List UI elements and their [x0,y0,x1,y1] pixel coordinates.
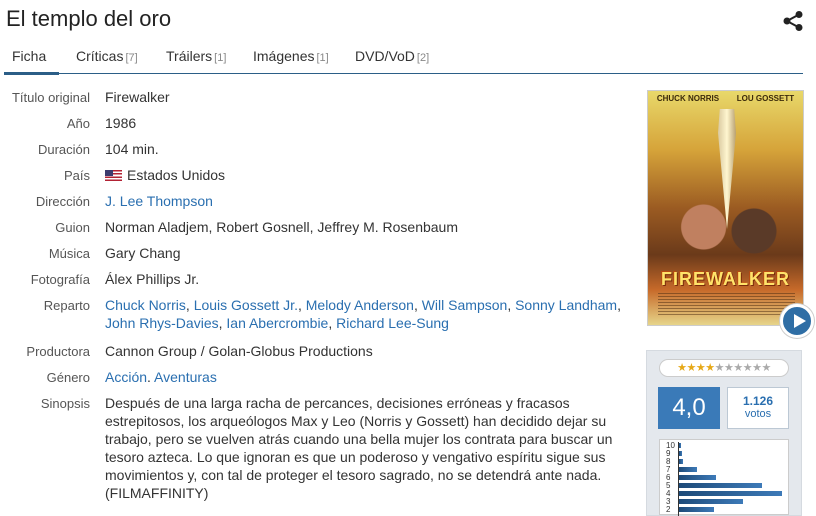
detail-value: 104 min. [105,141,159,157]
detail-label: Música [48,246,90,261]
detail-label: Sinopsis [40,396,90,411]
tab-bar: Ficha Críticas [7] Tráilers [1] Imágenes [1… [4,42,803,74]
synopsis-text: Después de una larga racha de percances,… [105,395,613,501]
detail-value: Álex Phillips Jr. [105,271,200,287]
detail-label: Guion [55,220,90,235]
genre-link[interactable]: Acción [105,369,147,385]
tab-ficha[interactable]: Ficha [12,48,46,64]
detail-label: Título original [11,90,90,105]
detail-value: 1986 [105,115,137,131]
histogram-bar [679,459,683,464]
tab-dvd-vod[interactable]: DVD/VoD [2] [355,48,429,64]
star-filled-icon: ★ [695,362,706,374]
cast-link[interactable]: John Rhys-Davies [105,315,219,331]
detail-value: Norman Aladjem, Robert Gosnell, Jeffrey … [105,219,459,235]
rating-histogram: 10 9 8 7 6 5 4 3 2 [659,439,789,516]
average-rating: 4,0 [658,387,720,429]
country-name: Estados Unidos [127,167,226,183]
histogram-bar [679,483,762,488]
tab-count: [1] [214,52,227,64]
star-rating: ★★★★★★★★★★ [659,359,789,377]
detail-label: Año [66,116,90,131]
tab-trailers[interactable]: Tráilers [1] [166,48,226,64]
cast-link[interactable]: Richard Lee-Sung [336,315,449,331]
genre-link[interactable]: Aventuras [154,369,217,385]
votes-label: votos [744,408,772,420]
star-empty-icon: ★ [752,362,762,374]
detail-label: Productora [26,344,90,359]
poster-credits-top: CHUCK NORRIS LOU GOSSETT [648,94,803,103]
detail-value: Cannon Group / Golan-Globus Productions [105,343,373,359]
votes-count: 1.126 [742,394,774,408]
star-empty-icon: ★ [714,362,725,374]
tab-count: [7] [125,52,138,64]
detail-label: Fotografía [30,272,90,287]
histogram-bar [679,507,714,512]
poster-credits-block [658,293,795,315]
star-empty-icon: ★ [733,362,743,374]
detail-value: Estados Unidos [105,166,630,184]
cast-link[interactable]: Chuck Norris [105,297,186,313]
histogram-bar [679,499,743,504]
star-empty-icon: ★ [761,362,772,374]
us-flag-icon [105,170,122,181]
tab-imagenes[interactable]: Imágenes [1] [253,48,329,64]
tab-count: [2] [416,52,430,64]
movie-poster[interactable]: CHUCK NORRIS LOU GOSSETT FIREWALKER [647,90,804,326]
cast-link[interactable]: Ian Abercrombie [226,315,328,331]
histogram-bar [679,491,782,496]
tab-criticas[interactable]: Críticas [7] [76,48,138,64]
active-tab-indicator [4,72,59,75]
histogram-bar [679,467,697,472]
votes-count-box[interactable]: 1.126 votos [727,387,789,429]
director-link[interactable]: J. Lee Thompson [105,193,213,209]
tab-label: Ficha [12,48,47,64]
poster-title: FIREWALKER [661,269,790,289]
detail-label: Dirección [35,194,90,209]
detail-label: Reparto [43,298,90,313]
cast-link[interactable]: Will Sampson [422,297,508,313]
detail-value: Acción. Aventuras [105,369,217,385]
tab-label: Críticas [76,48,124,64]
detail-value: J. Lee Thompson [105,192,630,210]
star-filled-icon: ★ [677,362,687,374]
cast-link[interactable]: Sonny Landham [515,297,617,313]
detail-label: Género [46,370,90,385]
tab-label: DVD/VoD [355,48,415,64]
detail-value: Firewalker [105,89,170,105]
cast-link[interactable]: Melody Anderson [306,297,414,313]
poster-actor: CHUCK NORRIS [656,94,720,103]
histogram-label: 2 [666,505,671,514]
page-title: El templo del oro [6,6,172,31]
histogram-bar [679,451,682,456]
tab-label: Imágenes [253,48,315,64]
poster-faces-art [670,187,782,267]
star-empty-icon: ★ [724,362,734,374]
detail-label: País [63,168,90,183]
cast-link[interactable]: Louis Gossett Jr. [194,297,298,313]
tab-label: Tráilers [166,48,213,64]
play-trailer-button[interactable] [780,304,814,338]
detail-value: Gary Chang [105,245,181,261]
tab-count: [1] [316,52,329,64]
share-icon[interactable] [782,10,804,32]
star-filled-icon: ★ [705,362,715,374]
detail-value: Chuck Norris, Louis Gossett Jr., Melody … [105,297,621,331]
histogram-bar [679,443,681,448]
star-filled-icon: ★ [686,362,697,374]
star-empty-icon: ★ [742,362,753,374]
histogram-bar [679,475,716,480]
rating-panel: ★★★★★★★★★★ 4,0 1.126 votos 10 9 8 7 6 5 4 3 2 [646,350,802,516]
detail-label: Duración [37,142,90,157]
poster-actor: LOU GOSSETT [736,94,795,103]
